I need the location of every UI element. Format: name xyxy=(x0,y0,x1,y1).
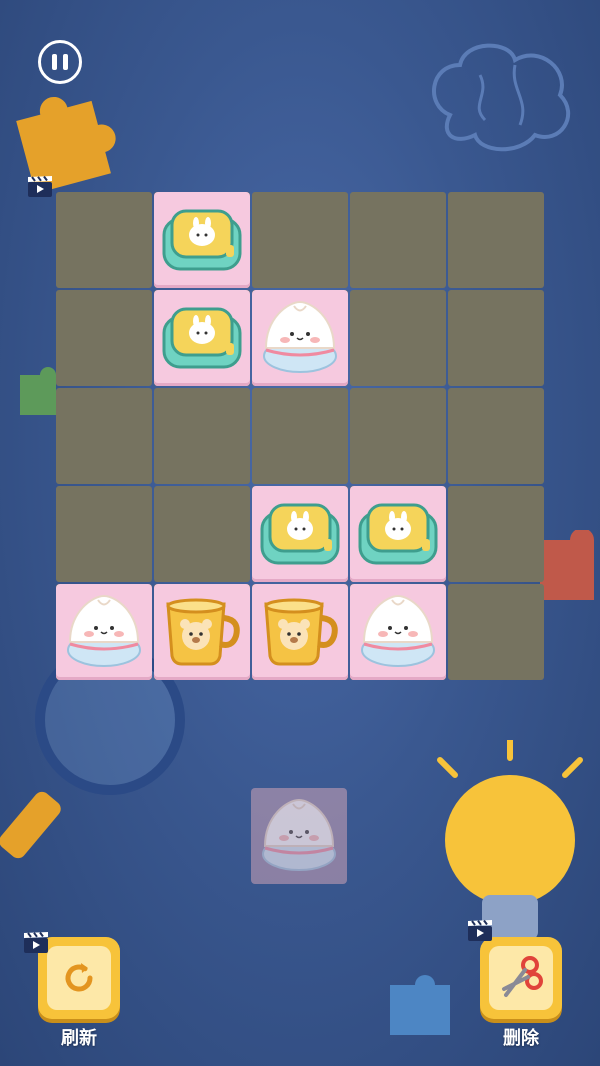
refresh-icon xyxy=(65,963,93,992)
board-cell xyxy=(252,388,348,484)
hint-tile-bun xyxy=(251,788,347,884)
tile-lunchbox[interactable] xyxy=(154,192,250,288)
magnifier-decoration xyxy=(0,650,185,859)
lunchbox-icon xyxy=(162,209,242,271)
board-cell xyxy=(350,290,446,386)
delete-label: 删除 xyxy=(503,1028,539,1049)
board-cell xyxy=(56,290,152,386)
tile-lunchbox[interactable] xyxy=(252,486,348,582)
refresh-button[interactable] xyxy=(38,937,120,1019)
game-board xyxy=(56,192,544,680)
board-cell xyxy=(448,584,544,680)
pause-icon xyxy=(52,54,57,70)
board-cell xyxy=(154,388,250,484)
board-cell xyxy=(252,290,348,386)
puzzle-piece-blue-decoration xyxy=(390,975,450,1035)
video-clapper-icon xyxy=(28,175,52,197)
board-cell xyxy=(56,388,152,484)
board-cell xyxy=(56,192,152,288)
cup-icon xyxy=(264,598,338,666)
cup-icon xyxy=(166,598,240,666)
board-cell xyxy=(154,290,250,386)
bun-icon xyxy=(262,798,336,871)
video-clapper-icon xyxy=(24,931,48,953)
board-cell xyxy=(350,388,446,484)
board-cell xyxy=(448,486,544,582)
board-cell xyxy=(252,192,348,288)
refresh-label: 刷新 xyxy=(61,1028,97,1049)
puzzle-piece-green-decoration xyxy=(20,367,56,415)
tile-bun[interactable] xyxy=(252,290,348,386)
lunchbox-icon xyxy=(358,503,438,565)
tile-lunchbox[interactable] xyxy=(154,290,250,386)
board-cell xyxy=(350,486,446,582)
board-cell xyxy=(56,486,152,582)
pause-button[interactable] xyxy=(38,40,82,84)
board-cell xyxy=(448,192,544,288)
board-cell xyxy=(350,192,446,288)
board-cell xyxy=(252,486,348,582)
video-clapper-icon xyxy=(468,919,492,941)
scissors-icon xyxy=(502,956,543,997)
bun-icon xyxy=(67,594,141,667)
brain-decoration xyxy=(432,43,571,152)
lunchbox-icon xyxy=(260,503,340,565)
tile-cup[interactable] xyxy=(252,584,348,680)
lunchbox-icon xyxy=(162,307,242,369)
board-cell xyxy=(252,584,348,680)
bun-icon xyxy=(263,300,337,373)
puzzle-piece-yellow-decoration xyxy=(16,96,116,190)
board-cell xyxy=(154,486,250,582)
board-cell xyxy=(154,584,250,680)
board-cell xyxy=(154,192,250,288)
board-cell xyxy=(448,290,544,386)
board-cell xyxy=(350,584,446,680)
delete-button[interactable] xyxy=(480,937,562,1019)
board-cell xyxy=(448,388,544,484)
tile-bun[interactable] xyxy=(350,584,446,680)
board-cell xyxy=(56,584,152,680)
tile-lunchbox[interactable] xyxy=(350,486,446,582)
puzzle-piece-red-decoration xyxy=(540,530,594,600)
tile-cup[interactable] xyxy=(154,584,250,680)
bun-icon xyxy=(361,594,435,667)
tile-bun[interactable] xyxy=(56,584,152,680)
